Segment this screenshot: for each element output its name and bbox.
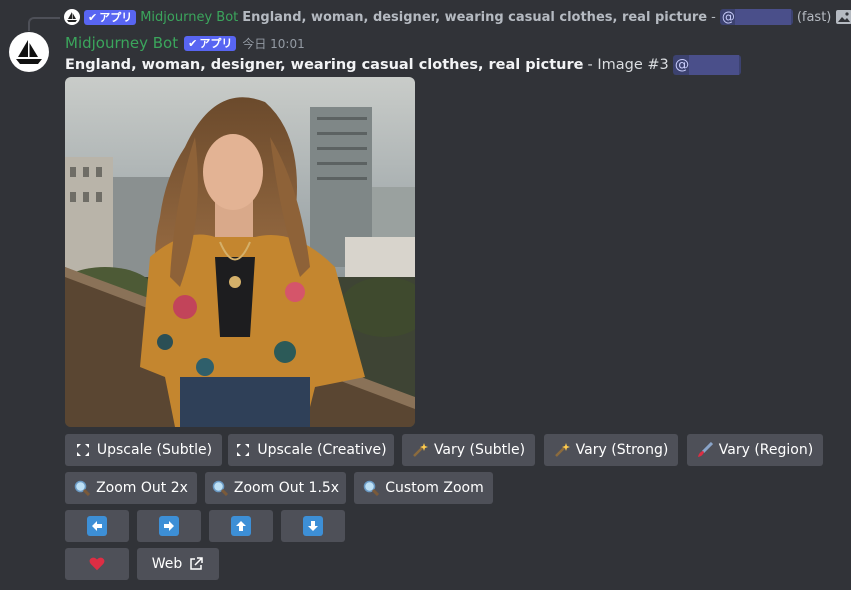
redacted-username (689, 55, 740, 75)
web-label: Web (151, 556, 183, 572)
image-icon (836, 10, 851, 24)
arrow-left-icon (87, 516, 107, 536)
mention-at: @ (674, 57, 690, 73)
upscale-creative-button[interactable]: Upscale (Creative) (228, 434, 394, 466)
pan-right-button[interactable] (137, 510, 201, 542)
message-content: England, woman, designer, wearing casual… (65, 55, 742, 75)
expand-arrows-icon (75, 442, 91, 458)
author-name[interactable]: Midjourney Bot (65, 34, 178, 52)
magnifier-icon (74, 480, 91, 496)
pan-up-button[interactable] (209, 510, 273, 542)
reply-reference[interactable]: ✔ アプリ Midjourney Bot England, woman, desi… (64, 8, 851, 26)
magnifier-icon (363, 480, 380, 496)
reply-prompt[interactable]: England, woman, designer, wearing casual… (242, 10, 707, 25)
speed-label: (fast) (796, 9, 832, 25)
web-button[interactable]: Web (137, 548, 219, 580)
check-icon: ✔ (88, 10, 98, 24)
reply-author[interactable]: Midjourney Bot (140, 10, 238, 25)
vary-strong-label: Vary (Strong) (575, 442, 669, 458)
vary-subtle-button[interactable]: Vary (Subtle) (402, 434, 535, 466)
arrow-down-icon (303, 516, 323, 536)
vary-region-label: Vary (Region) (718, 442, 814, 458)
magic-wand-icon (412, 442, 428, 458)
reply-connector (28, 17, 60, 31)
expand-arrows-icon (235, 442, 251, 458)
user-mention[interactable]: @ (672, 55, 742, 75)
check-icon: ✔ (188, 36, 198, 50)
reply-mention[interactable]: @ (719, 9, 793, 25)
app-badge: ✔ アプリ (84, 9, 137, 25)
vary-region-button[interactable]: Vary (Region) (687, 434, 823, 466)
reply-separator: - (711, 9, 716, 25)
vary-subtle-label: Vary (Subtle) (433, 442, 526, 458)
redacted-username (734, 9, 791, 25)
custom-zoom-label: Custom Zoom (385, 480, 484, 496)
arrow-up-icon (231, 516, 251, 536)
mention-at: @ (721, 9, 735, 25)
timestamp[interactable]: 今日 10:01 (242, 35, 304, 52)
app-badge-label: アプリ (99, 10, 133, 24)
image-number: - Image #3 (587, 57, 669, 73)
upscale-creative-label: Upscale (Creative) (257, 442, 387, 458)
external-link-icon (188, 556, 204, 572)
paintbrush-icon (697, 442, 713, 458)
magic-wand-icon (554, 442, 570, 458)
portrait-illustration (65, 77, 415, 427)
zoom-out-2x-label: Zoom Out 2x (96, 480, 188, 496)
favorite-button[interactable] (65, 548, 129, 580)
message-prompt: England, woman, designer, wearing casual… (65, 57, 584, 73)
pan-left-button[interactable] (65, 510, 129, 542)
message-header: Midjourney Bot ✔ アプリ 今日 10:01 (65, 34, 305, 52)
zoom-out-1-5x-label: Zoom Out 1.5x (233, 480, 340, 496)
bot-avatar[interactable] (9, 32, 49, 72)
sailboat-logo-icon (16, 40, 42, 64)
zoom-out-2x-button[interactable]: Zoom Out 2x (65, 472, 197, 504)
custom-zoom-button[interactable]: Custom Zoom (354, 472, 493, 504)
zoom-out-1-5x-button[interactable]: Zoom Out 1.5x (205, 472, 346, 504)
generated-image[interactable] (65, 77, 415, 427)
vary-strong-button[interactable]: Vary (Strong) (544, 434, 678, 466)
heart-icon (89, 556, 105, 572)
upscale-subtle-button[interactable]: Upscale (Subtle) (65, 434, 222, 466)
app-badge-label: アプリ (199, 36, 233, 50)
bot-mini-avatar[interactable] (64, 9, 80, 25)
app-badge: ✔ アプリ (184, 35, 237, 51)
upscale-subtle-label: Upscale (Subtle) (96, 442, 213, 458)
sailboat-icon (67, 12, 77, 22)
pan-down-button[interactable] (281, 510, 345, 542)
magnifier-icon (212, 480, 228, 496)
arrow-right-icon (159, 516, 179, 536)
